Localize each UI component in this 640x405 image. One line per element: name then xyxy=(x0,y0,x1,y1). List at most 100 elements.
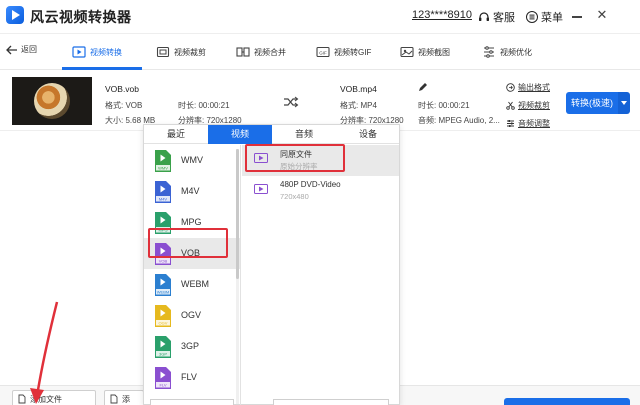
optimize-icon xyxy=(484,46,494,58)
highlight-box-vob xyxy=(148,228,228,258)
file-format-tag: WMV xyxy=(158,166,168,171)
menu-button[interactable]: 菜单 xyxy=(526,9,563,25)
file-format-icon: WMV xyxy=(155,150,171,172)
file-format-icon: FLV xyxy=(155,367,171,389)
video-crop-link[interactable]: 视频裁剪 xyxy=(506,100,550,111)
feature-toolbar: 返回 视频转换 视频裁剪 视频合并 GIF 视频转GIF 视频截图 视频优化 xyxy=(0,34,640,70)
format-name: M4V xyxy=(181,186,200,196)
tab-label: 视频合并 xyxy=(254,47,286,57)
file-format-icon: 3GP xyxy=(155,336,171,358)
tab-recent[interactable]: 最近 xyxy=(144,125,208,144)
format-name: WMV xyxy=(181,155,203,165)
support-button[interactable]: 客服 xyxy=(478,9,515,25)
tab-audio[interactable]: 音频 xyxy=(272,125,336,144)
target-format: 格式: MP4 xyxy=(340,101,377,110)
output-format-icon xyxy=(506,83,515,92)
file-format-tag: OGV xyxy=(159,321,168,326)
tab-device[interactable]: 设备 xyxy=(336,125,400,144)
target-audio: 音频: MPEG Audio, 2... xyxy=(418,116,500,125)
format-name: WEBM xyxy=(181,279,209,289)
video-merge-icon xyxy=(236,47,250,57)
output-format-link[interactable]: 输出格式 xyxy=(506,82,550,93)
audio-adjust-link[interactable]: 音频调整 xyxy=(506,118,550,129)
preset-480p-dvd[interactable]: 480P DVD-Video 720x480 xyxy=(242,176,399,207)
format-item-3gp[interactable]: 3GP 3GP xyxy=(144,331,240,362)
title-bar: 风云视频转换器 123****8910 客服 菜单 ✕ xyxy=(0,0,640,34)
format-search-input[interactable] xyxy=(150,399,234,405)
video-convert-icon xyxy=(72,46,86,58)
preset-title: 480P DVD-Video xyxy=(280,180,341,189)
convert-dropdown-button[interactable] xyxy=(618,92,630,114)
file-format-tag: VOB xyxy=(159,259,168,264)
custom-preset-button[interactable] xyxy=(273,399,389,405)
file-format-tag: 3GP xyxy=(159,352,167,357)
format-name: MPG xyxy=(181,217,202,227)
video-crop-icon xyxy=(156,46,170,58)
back-button[interactable]: 返回 xyxy=(6,44,37,55)
file-format-tag: WEBM xyxy=(157,290,169,295)
format-name: OGV xyxy=(181,310,202,320)
file-format-tag: FLV xyxy=(159,383,166,388)
scissors-icon xyxy=(506,101,515,110)
source-file-name: VOB.vob xyxy=(105,84,140,94)
shuffle-icon xyxy=(284,96,299,108)
app-logo-icon xyxy=(6,6,24,24)
add-folder-icon xyxy=(110,394,118,404)
format-list-scrollbar[interactable] xyxy=(236,149,239,404)
minimize-button[interactable] xyxy=(572,10,582,22)
audio-adjust-icon xyxy=(507,120,514,127)
user-account-link[interactable]: 123****8910 xyxy=(412,9,472,21)
tab-label: 视频转GIF xyxy=(334,47,372,57)
output-format-label: 输出格式 xyxy=(518,83,550,92)
tab-video-convert[interactable]: 视频转换 xyxy=(72,42,122,62)
format-item-wmv[interactable]: WMV WMV xyxy=(144,145,240,176)
close-icon[interactable]: ✕ xyxy=(596,8,608,21)
add-folder-button[interactable]: 添 xyxy=(104,390,144,405)
back-arrow-icon xyxy=(6,45,17,54)
video-thumbnail[interactable] xyxy=(12,77,92,125)
add-file-label: 添加文件 xyxy=(30,394,62,404)
format-list: FLV FLV 3GP 3GP OGV OGV WEBM WEBM VOB VOB MPG MPG M4… xyxy=(144,145,241,405)
tab-video-merge[interactable]: 视频合并 xyxy=(236,42,286,62)
tab-video[interactable]: 视频 xyxy=(208,125,272,144)
convert-button[interactable]: 转换(极速) xyxy=(566,92,618,114)
source-duration: 时长: 00:00:21 xyxy=(178,101,230,110)
tab-label: 视频转换 xyxy=(90,47,122,57)
tab-label: 视频优化 xyxy=(500,47,532,57)
format-item-webm[interactable]: WEBM WEBM xyxy=(144,269,240,300)
add-folder-label: 添 xyxy=(122,394,130,404)
tab-video-screenshot[interactable]: 视频截图 xyxy=(400,42,450,62)
format-item-ogv[interactable]: OGV OGV xyxy=(144,300,240,331)
target-file-name: VOB.mp4 xyxy=(340,84,377,94)
format-item-m4v[interactable]: M4V M4V xyxy=(144,176,240,207)
source-format: 格式: VOB xyxy=(105,101,143,110)
headset-icon xyxy=(479,12,489,21)
back-label: 返回 xyxy=(21,45,37,54)
support-label: 客服 xyxy=(493,12,515,24)
tab-video-optimize[interactable]: 视频优化 xyxy=(482,42,532,62)
svg-text:GIF: GIF xyxy=(319,50,327,55)
gif-icon: GIF xyxy=(316,46,330,58)
menu-label: 菜单 xyxy=(541,12,563,24)
pencil-icon[interactable] xyxy=(418,82,428,92)
tab-video-crop[interactable]: 视频裁剪 xyxy=(156,42,206,62)
file-format-icon: WEBM xyxy=(155,274,171,296)
format-name: 3GP xyxy=(181,341,200,351)
target-duration: 时长: 00:00:21 xyxy=(418,101,470,110)
audio-adjust-label: 音频调整 xyxy=(518,119,550,128)
tab-label: 视频裁剪 xyxy=(174,47,206,57)
video-preset-icon xyxy=(254,184,268,194)
format-item-flv[interactable]: FLV FLV xyxy=(144,362,240,393)
file-format-icon: M4V xyxy=(155,181,171,203)
app-title: 风云视频转换器 xyxy=(30,9,132,25)
tab-video-gif[interactable]: GIF 视频转GIF xyxy=(316,42,371,62)
video-crop-label: 视频裁剪 xyxy=(518,101,550,110)
menu-icon xyxy=(526,11,538,23)
tab-label: 视频截图 xyxy=(418,47,450,57)
start-all-button[interactable] xyxy=(504,398,630,405)
highlight-box-preset xyxy=(245,144,345,172)
format-name: FLV xyxy=(181,372,197,382)
file-format-tag: M4V xyxy=(159,197,168,202)
add-file-button[interactable]: 添加文件 xyxy=(12,390,96,405)
file-format-icon: OGV xyxy=(155,305,171,327)
